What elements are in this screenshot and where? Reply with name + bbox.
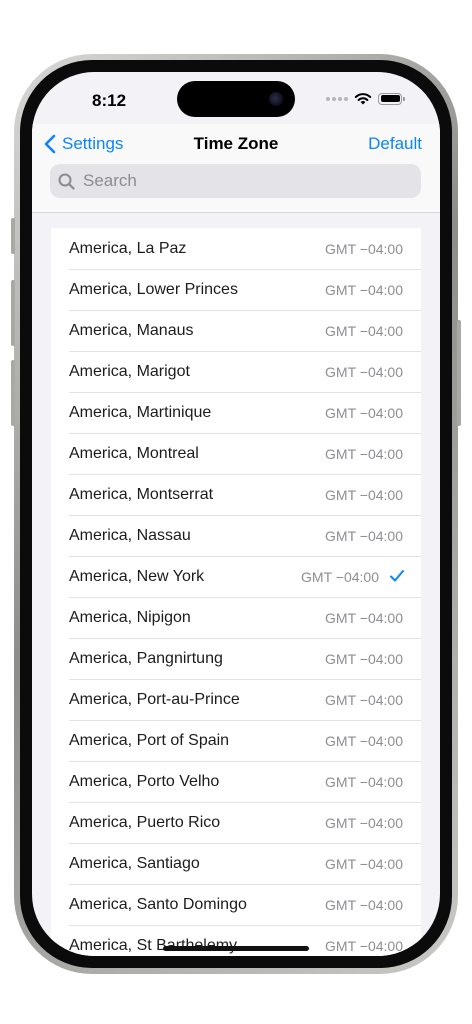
timezone-city: America, Nipigon bbox=[69, 608, 191, 626]
search-bar[interactable] bbox=[50, 164, 421, 198]
timezone-city: America, Port-au-Prince bbox=[69, 690, 240, 708]
timezone-city: America, Nassau bbox=[69, 526, 191, 544]
timezone-offset: GMT −04:00 bbox=[325, 240, 403, 257]
timezone-offset: GMT −04:00 bbox=[325, 527, 403, 544]
timezone-row[interactable]: America, Lower Princes GMT −04:00 bbox=[51, 269, 421, 310]
timezone-offset: GMT −04:00 bbox=[325, 650, 403, 667]
timezone-row[interactable]: America, Porto Velho GMT −04:00 bbox=[51, 761, 421, 802]
timezone-row[interactable]: America, Manaus GMT −04:00 bbox=[51, 310, 421, 351]
timezone-row[interactable]: America, Nipigon GMT −04:00 bbox=[51, 597, 421, 638]
timezone-city: America, Manaus bbox=[69, 321, 194, 339]
timezone-offset: GMT −04:00 bbox=[325, 445, 403, 462]
timezone-offset: GMT −04:00 bbox=[325, 896, 403, 913]
timezone-offset: GMT −04:00 bbox=[325, 814, 403, 831]
front-camera bbox=[269, 92, 283, 106]
timezone-row[interactable]: America, New York GMT −04:00 bbox=[51, 556, 421, 597]
timezone-city: America, La Paz bbox=[69, 239, 187, 257]
navigation-bar: Settings Time Zone Default bbox=[32, 124, 440, 213]
home-indicator[interactable] bbox=[163, 946, 309, 951]
timezone-list: America, La Paz GMT −04:00 America, Lower … bbox=[51, 228, 421, 956]
timezone-city: America, Lower Princes bbox=[69, 280, 238, 298]
timezone-city: America, Pangnirtung bbox=[69, 649, 223, 667]
timezone-row[interactable]: America, Montserrat GMT −04:00 bbox=[51, 474, 421, 515]
timezone-row[interactable]: America, Port of Spain GMT −04:00 bbox=[51, 720, 421, 761]
timezone-row[interactable]: America, Port-au-Prince GMT −04:00 bbox=[51, 679, 421, 720]
timezone-offset: GMT −04:00 bbox=[325, 937, 403, 954]
timezone-offset: GMT −04:00 bbox=[325, 486, 403, 503]
screen: 8:12 Settings Time Zone Default America,… bbox=[32, 72, 440, 956]
timezone-offset: GMT −04:00 bbox=[325, 691, 403, 708]
timezone-city: America, Montreal bbox=[69, 444, 199, 462]
timezone-offset: GMT −04:00 bbox=[325, 732, 403, 749]
timezone-city: America, Martinique bbox=[69, 403, 212, 421]
status-time: 8:12 bbox=[92, 91, 127, 110]
search-input[interactable] bbox=[81, 170, 405, 192]
timezone-row[interactable]: America, Santo Domingo GMT −04:00 bbox=[51, 884, 421, 925]
checkmark-icon bbox=[390, 570, 404, 582]
timezone-city: America, Puerto Rico bbox=[69, 813, 221, 831]
timezone-city: America, Santiago bbox=[69, 854, 200, 872]
timezone-offset: GMT −04:00 bbox=[325, 363, 403, 380]
timezone-row[interactable]: America, Nassau GMT −04:00 bbox=[51, 515, 421, 556]
action-button bbox=[11, 218, 15, 254]
timezone-offset: GMT −04:00 bbox=[325, 773, 403, 790]
timezone-offset: GMT −04:00 bbox=[325, 609, 403, 626]
timezone-city: America, New York bbox=[69, 567, 205, 585]
timezone-offset: GMT −04:00 bbox=[325, 404, 403, 421]
volume-down-button bbox=[11, 360, 15, 426]
timezone-city: America, Santo Domingo bbox=[69, 895, 247, 913]
battery-icon bbox=[378, 92, 405, 105]
timezone-row[interactable]: America, Puerto Rico GMT −04:00 bbox=[51, 802, 421, 843]
timezone-row[interactable]: America, Marigot GMT −04:00 bbox=[51, 351, 421, 392]
status-icons bbox=[326, 92, 405, 105]
cellular-signal-icon bbox=[326, 96, 348, 101]
timezone-offset: GMT −04:00 bbox=[301, 568, 379, 585]
timezone-city: America, Montserrat bbox=[69, 485, 214, 503]
timezone-city: America, Porto Velho bbox=[69, 772, 220, 790]
timezone-row[interactable]: America, Santiago GMT −04:00 bbox=[51, 843, 421, 884]
search-icon bbox=[58, 173, 75, 190]
timezone-row[interactable]: America, St Barthelemy GMT −04:00 bbox=[51, 925, 421, 956]
timezone-offset: GMT −04:00 bbox=[325, 855, 403, 872]
timezone-row[interactable]: America, Montreal GMT −04:00 bbox=[51, 433, 421, 474]
timezone-offset: GMT −04:00 bbox=[325, 281, 403, 298]
side-button bbox=[457, 320, 461, 426]
dynamic-island bbox=[177, 81, 295, 117]
default-button[interactable]: Default bbox=[368, 134, 422, 154]
timezone-offset: GMT −04:00 bbox=[325, 322, 403, 339]
timezone-row[interactable]: America, Martinique GMT −04:00 bbox=[51, 392, 421, 433]
timezone-city: America, Port of Spain bbox=[69, 731, 230, 749]
timezone-row[interactable]: America, La Paz GMT −04:00 bbox=[51, 228, 421, 269]
timezone-city: America, Marigot bbox=[69, 362, 190, 380]
wifi-icon bbox=[354, 93, 372, 105]
timezone-row[interactable]: America, Pangnirtung GMT −04:00 bbox=[51, 638, 421, 679]
volume-up-button bbox=[11, 280, 15, 346]
